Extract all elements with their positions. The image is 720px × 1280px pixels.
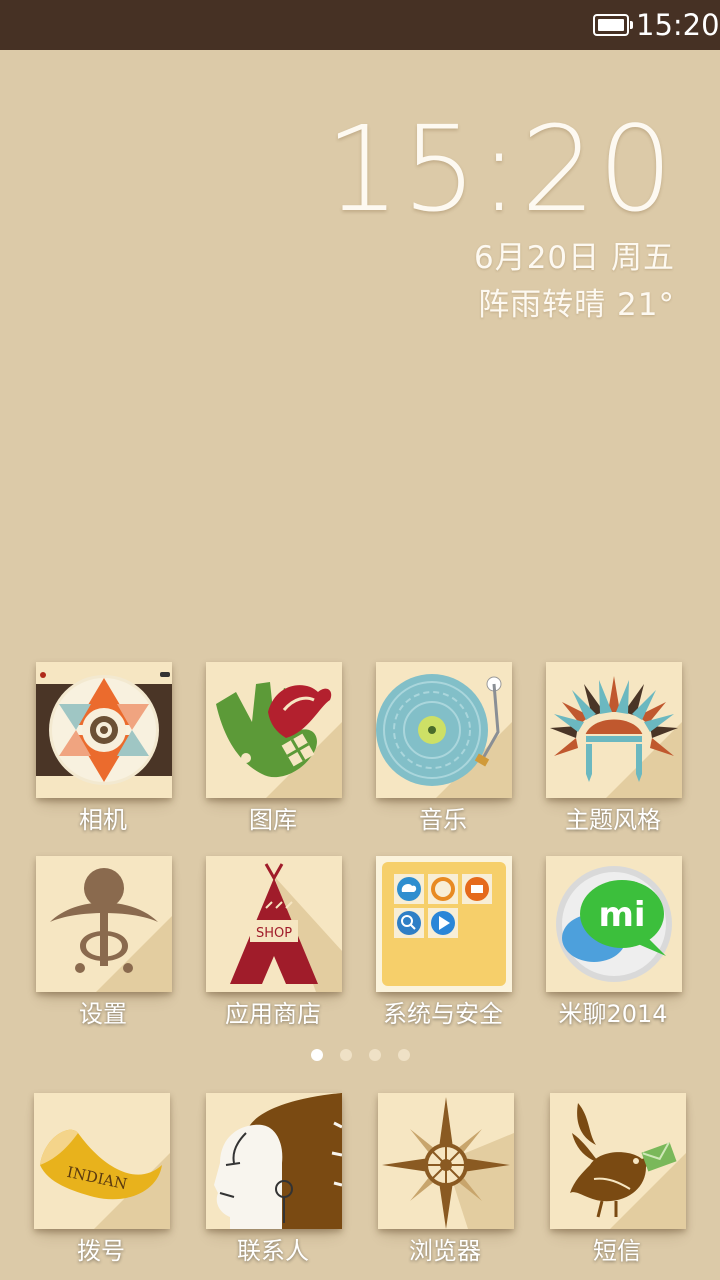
store-icon-text: SHOP: [256, 926, 292, 941]
app-system-security[interactable]: 系统与安全: [358, 856, 528, 1034]
dock-messages[interactable]: 短信: [532, 1093, 702, 1271]
page-dot-1[interactable]: [311, 1049, 323, 1061]
settings-icon: [36, 856, 172, 992]
app-theme[interactable]: 主题风格: [528, 662, 698, 840]
music-icon: [376, 662, 512, 798]
clock-time: 15:20: [324, 100, 675, 238]
app-settings[interactable]: 设置: [18, 856, 188, 1034]
app-store[interactable]: SHOP 应用商店: [188, 856, 358, 1034]
app-miliao[interactable]: mi 米聊2014: [528, 856, 698, 1034]
miliao-icon: mi: [546, 856, 682, 992]
app-label: 系统与安全: [383, 1000, 503, 1028]
app-gallery[interactable]: 图库: [188, 662, 358, 840]
app-label: 音乐: [419, 806, 467, 834]
app-label: 浏览器: [409, 1237, 481, 1265]
dock-browser[interactable]: 浏览器: [360, 1093, 530, 1271]
clock-weather: 阵雨转晴 21°: [478, 287, 675, 323]
battery-icon: [593, 14, 633, 36]
app-music[interactable]: 音乐: [358, 662, 528, 840]
clock-widget[interactable]: 15:20 6月20日 周五 阵雨转晴 21°: [325, 110, 675, 324]
app-label: 拨号: [77, 1237, 125, 1265]
page-indicator[interactable]: [0, 1049, 720, 1063]
status-time: 15:20: [636, 8, 720, 42]
dock-contacts[interactable]: 联系人: [188, 1093, 358, 1271]
app-camera[interactable]: 相机: [18, 662, 188, 840]
app-label: 应用商店: [225, 1000, 321, 1028]
app-store-icon: SHOP: [206, 856, 342, 992]
app-label: 联系人: [237, 1237, 309, 1265]
status-bar: 15:20: [0, 0, 720, 50]
theme-icon: [546, 662, 682, 798]
system-security-icon: [376, 856, 512, 992]
clock-date: 6月20日 周五: [473, 240, 675, 276]
app-label: 米聊2014: [558, 1000, 668, 1028]
miliao-icon-text: mi: [598, 895, 645, 935]
contacts-icon: [206, 1093, 342, 1229]
app-label: 设置: [79, 1000, 127, 1028]
app-label: 相机: [79, 806, 127, 834]
app-label: 图库: [249, 806, 297, 834]
dock-dialer[interactable]: INDIAN 拨号: [16, 1093, 186, 1271]
page-dot-4[interactable]: [398, 1049, 410, 1061]
app-label: 短信: [593, 1237, 641, 1265]
page-dot-2[interactable]: [340, 1049, 352, 1061]
browser-icon: [378, 1093, 514, 1229]
page-dot-3[interactable]: [369, 1049, 381, 1061]
app-label: 主题风格: [565, 806, 661, 834]
messages-icon: [550, 1093, 686, 1229]
dialer-icon: INDIAN: [34, 1093, 170, 1229]
camera-icon: [36, 662, 172, 798]
gallery-icon: [206, 662, 342, 798]
